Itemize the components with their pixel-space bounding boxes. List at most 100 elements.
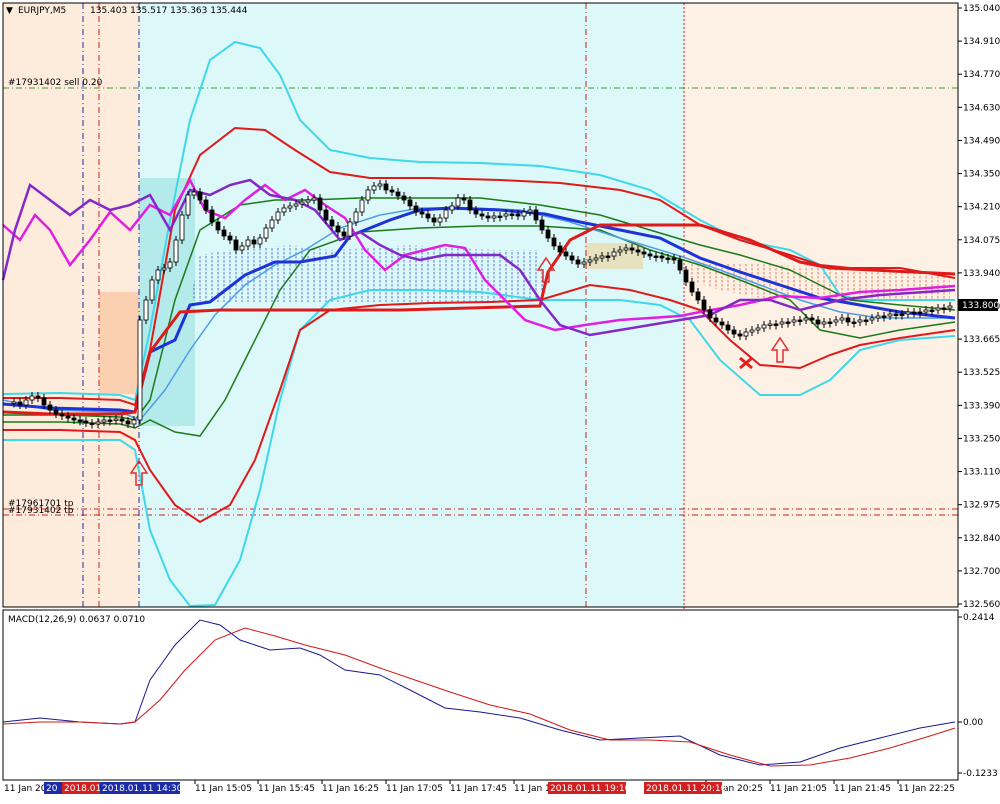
candle-body <box>725 324 731 331</box>
candle-body <box>419 211 425 215</box>
chart-window: 135.040 134.910 134.770 134.630 134.490 134.3… <box>0 0 1000 800</box>
candle-body <box>917 311 923 314</box>
candle-body <box>83 420 89 424</box>
candle-body <box>35 395 41 399</box>
candle-body <box>389 189 395 193</box>
candle-body <box>155 269 161 281</box>
candle-body <box>293 203 299 207</box>
candle-body <box>887 313 893 317</box>
candle-body <box>557 245 563 253</box>
candle-body <box>65 415 71 419</box>
time-marker-a: 20 <box>46 784 58 794</box>
candle-body <box>485 215 491 219</box>
candle-body <box>185 194 191 216</box>
candle-body <box>599 255 605 259</box>
candle-body <box>335 225 341 233</box>
time-tick-label: 11 Jan 15:45 <box>258 784 315 794</box>
candle-body <box>11 401 17 404</box>
candle-body <box>713 317 719 323</box>
candle-body <box>107 419 113 422</box>
candle-body <box>305 199 311 203</box>
candle-body <box>947 305 953 309</box>
time-marker-d: 2018.01.11 19:10 <box>550 784 631 794</box>
candle-body <box>281 207 287 213</box>
candle-body <box>635 249 641 253</box>
candle-body <box>53 409 59 415</box>
price-tick-label: 133.390 <box>963 401 1000 411</box>
candle-body <box>467 199 473 211</box>
candle-body <box>401 195 407 201</box>
candle-body <box>71 417 77 421</box>
macd-pane <box>2 609 959 781</box>
candle-body <box>905 311 911 315</box>
candle-body <box>857 319 863 323</box>
candle-body <box>275 211 281 221</box>
price-tick-label: 134.490 <box>963 136 1000 146</box>
candle-body <box>437 217 443 223</box>
candle-body <box>443 209 449 219</box>
candle-body <box>719 321 725 326</box>
candle-body <box>575 259 581 265</box>
candle-body <box>119 418 125 422</box>
candle-body <box>815 319 821 325</box>
price-tick-label: 132.975 <box>963 501 1000 511</box>
candle-body <box>791 319 797 323</box>
candle-body <box>743 331 749 337</box>
candle-body <box>749 329 755 333</box>
time-tick-label: 11 Jan 21:05 <box>770 784 827 794</box>
candle-body <box>551 237 557 247</box>
candle-body <box>881 315 887 318</box>
ohlc-readout: 135.403 135.517 135.363 135.444 <box>90 6 248 16</box>
candle-body <box>359 199 365 213</box>
price-tick-label: 135.040 <box>963 4 1000 14</box>
candle-body <box>899 313 905 316</box>
candle-body <box>689 281 695 293</box>
candle-body <box>659 255 665 259</box>
candle-body <box>773 323 779 326</box>
candle-body <box>233 239 239 251</box>
macd-label: MACD(12,26,9) 0.0637 0.0710 <box>8 615 145 625</box>
candle-body <box>239 245 245 251</box>
candle-body <box>683 269 689 283</box>
candle-body <box>863 319 869 322</box>
candle-body <box>521 211 527 217</box>
candle-body <box>425 213 431 219</box>
time-marker-c: 2018.01.11 14:30 <box>102 784 183 794</box>
price-chart[interactable]: 135.040 134.910 134.770 134.630 134.490 134.3… <box>0 0 1000 800</box>
time-tick-label: 11 Jan 16:25 <box>322 784 379 794</box>
price-tick-label: 134.210 <box>963 203 1000 213</box>
candle-body <box>245 239 251 247</box>
symbol-timeframe: EURJPY,M5 <box>18 6 66 16</box>
price-tick-label: 132.700 <box>963 567 1000 577</box>
candle-body <box>539 219 545 231</box>
macd-tick-label: -0.1233 <box>963 769 998 779</box>
candle-body <box>737 333 743 337</box>
collapse-icon[interactable]: ▼ <box>6 6 13 16</box>
candle-body <box>431 217 437 223</box>
candle-body <box>371 185 377 191</box>
candle-body <box>893 313 899 316</box>
candle-body <box>695 291 701 301</box>
candle-body <box>137 319 143 421</box>
candle-body <box>761 324 767 329</box>
candle-body <box>845 317 851 323</box>
candle-body <box>785 321 791 324</box>
time-marker-e: 2018.01.11 20:10 <box>646 784 727 794</box>
candle-body <box>587 259 593 263</box>
candle-body <box>257 237 263 245</box>
candle-body <box>869 317 875 321</box>
price-tick-label: 134.910 <box>963 37 1000 47</box>
macd-tick-label: 0.00 <box>963 718 983 728</box>
candle-body <box>515 213 521 217</box>
candle-body <box>839 317 845 321</box>
price-tick-label: 133.940 <box>963 269 1000 279</box>
candle-body <box>41 397 47 406</box>
price-tick-label: 134.770 <box>963 70 1000 80</box>
candle-body <box>833 319 839 323</box>
candle-body <box>851 321 857 324</box>
candle-body <box>59 413 65 417</box>
candle-body <box>941 307 947 310</box>
candle-body <box>803 317 809 321</box>
price-tick-label: 132.560 <box>963 600 1000 610</box>
candle-body <box>923 309 929 313</box>
